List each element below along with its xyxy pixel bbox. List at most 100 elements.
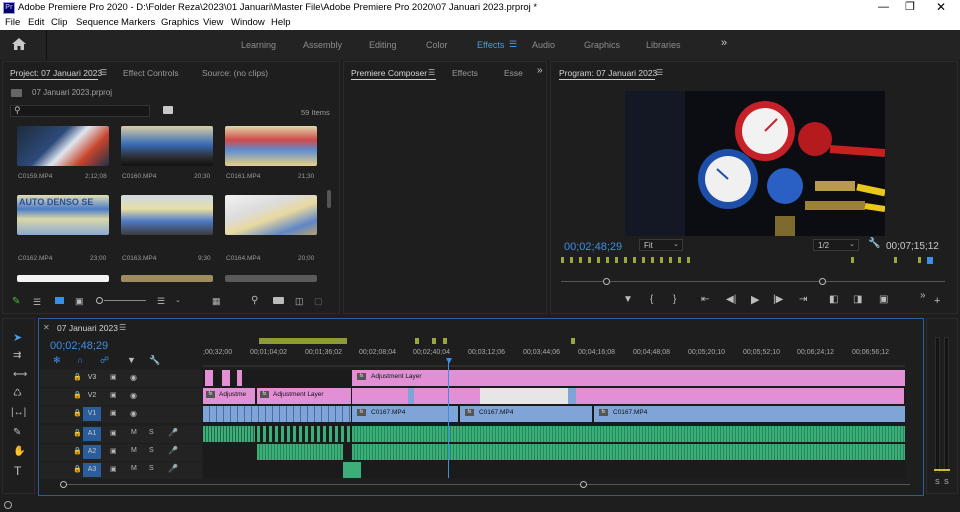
lock-icon[interactable]: 🔒 bbox=[73, 373, 82, 381]
clip-thumbnail[interactable] bbox=[17, 275, 109, 282]
microphone-icon[interactable]: 🎤 bbox=[168, 446, 178, 455]
type-tool-icon[interactable]: T bbox=[14, 464, 21, 478]
snap-icon[interactable]: ∩ bbox=[77, 355, 83, 365]
home-icon[interactable] bbox=[12, 38, 26, 50]
workspace-tab-learning[interactable]: Learning bbox=[241, 40, 276, 50]
tab-essential[interactable]: Esse bbox=[504, 68, 523, 78]
menu-edit[interactable]: Edit bbox=[28, 17, 44, 28]
program-playhead-timecode[interactable]: 00;02;48;29 bbox=[564, 241, 622, 253]
sync-lock-icon[interactable]: ▣ bbox=[110, 391, 117, 399]
timeline-clip[interactable]: fx Adjustment Layer bbox=[257, 388, 351, 404]
automate-to-sequence-icon[interactable]: ▦ bbox=[212, 296, 221, 307]
new-bin-icon[interactable] bbox=[273, 297, 284, 304]
hand-tool-icon[interactable]: ✋ bbox=[13, 446, 25, 457]
track-label[interactable]: V1 bbox=[83, 407, 101, 421]
menu-clip[interactable]: Clip bbox=[51, 17, 67, 28]
track-select-tool-icon[interactable]: ⇉ bbox=[13, 350, 21, 361]
workspace-tab-libraries[interactable]: Libraries bbox=[646, 40, 681, 50]
workspace-menu-icon[interactable]: ☰ bbox=[509, 39, 517, 50]
find-icon[interactable]: ⚲ bbox=[251, 295, 258, 306]
timeline-clip[interactable]: fx Adjustment Layer bbox=[352, 370, 905, 386]
meter-solo-right[interactable]: S bbox=[944, 479, 949, 486]
timeline-clip[interactable] bbox=[480, 388, 568, 404]
meter-solo-left[interactable]: S bbox=[935, 479, 940, 486]
menu-sequence[interactable]: Sequence bbox=[76, 17, 119, 28]
sync-lock-icon[interactable]: ▣ bbox=[110, 429, 117, 437]
lift-icon[interactable]: ◧ bbox=[829, 294, 838, 305]
timeline-clip[interactable]: fx Adjustme bbox=[203, 388, 255, 404]
audio-clip[interactable] bbox=[352, 444, 905, 460]
timeline-clip[interactable] bbox=[568, 388, 576, 404]
wrench-icon[interactable]: 🔧 bbox=[868, 238, 880, 249]
tab-premiere-composer[interactable]: Premiere Composer bbox=[351, 68, 427, 78]
mark-in-icon[interactable]: { bbox=[650, 294, 653, 305]
workspace-overflow-button[interactable]: » bbox=[721, 37, 727, 49]
project-menu-icon[interactable]: ☰ bbox=[100, 68, 107, 77]
go-to-out-icon[interactable]: ⇥ bbox=[799, 294, 807, 305]
workspace-tab-effects[interactable]: Effects bbox=[477, 40, 504, 50]
lock-icon[interactable]: 🔒 bbox=[73, 391, 82, 399]
timeline-clip[interactable]: fx C0167.MP4 bbox=[352, 406, 458, 422]
clip-thumbnail[interactable] bbox=[225, 126, 317, 166]
timeline-clip[interactable] bbox=[205, 370, 213, 386]
linked-selection-icon[interactable]: ☍ bbox=[100, 355, 109, 366]
mute-button[interactable]: M bbox=[131, 429, 137, 436]
workspace-tab-audio[interactable]: Audio bbox=[532, 40, 555, 50]
clip-thumbnail[interactable] bbox=[121, 126, 213, 166]
timeline-close-icon[interactable]: ✕ bbox=[43, 323, 50, 332]
timeline-playhead[interactable] bbox=[448, 358, 449, 478]
audio-clip[interactable] bbox=[343, 462, 361, 478]
workspace-tab-graphics[interactable]: Graphics bbox=[584, 40, 620, 50]
track-label[interactable]: V2 bbox=[83, 389, 101, 403]
timeline-timecode[interactable]: 00;02;48;29 bbox=[50, 340, 108, 352]
project-scrollbar[interactable] bbox=[327, 190, 331, 208]
step-forward-icon[interactable]: |▶ bbox=[773, 294, 783, 305]
clip-thumbnail[interactable] bbox=[121, 195, 213, 235]
export-frame-icon[interactable]: ▣ bbox=[879, 294, 888, 305]
extract-icon[interactable]: ◨ bbox=[853, 294, 862, 305]
track-label[interactable]: A1 bbox=[83, 427, 101, 441]
new-bin-from-search-icon[interactable] bbox=[163, 106, 173, 114]
minimize-button[interactable]: — bbox=[878, 1, 889, 13]
button-editor-add-icon[interactable]: + bbox=[934, 295, 940, 307]
eye-icon[interactable]: ◉ bbox=[130, 373, 137, 382]
play-button[interactable]: ▶ bbox=[751, 293, 759, 306]
clip-thumbnail[interactable] bbox=[121, 275, 213, 282]
tab-effect-controls[interactable]: Effect Controls bbox=[123, 68, 179, 78]
sync-lock-icon[interactable]: ▣ bbox=[110, 373, 117, 381]
program-menu-icon[interactable]: ☰ bbox=[656, 68, 663, 77]
mute-button[interactable]: M bbox=[131, 465, 137, 472]
project-search-input[interactable]: ⚲ bbox=[10, 105, 150, 117]
tab-source[interactable]: Source: (no clips) bbox=[202, 68, 268, 78]
button-editor-overflow-icon[interactable]: » bbox=[920, 290, 926, 301]
timeline-menu-icon[interactable]: ☰ bbox=[119, 323, 126, 332]
microphone-icon[interactable]: 🎤 bbox=[168, 464, 178, 473]
timeline-clip[interactable] bbox=[237, 370, 242, 386]
sync-lock-icon[interactable]: ▣ bbox=[110, 447, 117, 455]
program-zoom-bar[interactable] bbox=[561, 278, 945, 285]
clip-thumbnail[interactable] bbox=[17, 126, 109, 166]
icon-view-icon[interactable] bbox=[55, 297, 64, 304]
chevron-down-icon[interactable]: ⌄ bbox=[175, 296, 181, 304]
step-back-icon[interactable]: ◀| bbox=[726, 294, 736, 305]
trash-icon[interactable]: ▢ bbox=[314, 296, 323, 307]
audio-clip[interactable] bbox=[203, 426, 255, 442]
maximize-button[interactable]: ❐ bbox=[905, 0, 915, 13]
track-label[interactable]: A2 bbox=[83, 445, 101, 459]
microphone-icon[interactable]: 🎤 bbox=[168, 428, 178, 437]
sort-icons-icon[interactable]: ☰ bbox=[157, 296, 165, 307]
workspace-tab-assembly[interactable]: Assembly bbox=[303, 40, 342, 50]
solo-button[interactable]: S bbox=[149, 447, 154, 454]
sync-lock-icon[interactable]: ▣ bbox=[110, 465, 117, 473]
program-marker-row[interactable] bbox=[561, 255, 945, 265]
mute-button[interactable]: M bbox=[131, 447, 137, 454]
track-header-a3[interactable]: A3 🔒 ▣ M S 🎤 bbox=[40, 462, 202, 479]
clip-thumbnail[interactable] bbox=[225, 275, 317, 282]
new-item-icon[interactable]: ◫ bbox=[295, 296, 304, 307]
menu-graphics[interactable]: Graphics bbox=[161, 17, 199, 28]
go-to-in-icon[interactable]: ⇤ bbox=[701, 294, 709, 305]
write-pencil-icon[interactable]: ✎ bbox=[12, 296, 20, 307]
clip-thumbnail[interactable] bbox=[225, 195, 317, 235]
timeline-sequence-tab[interactable]: 07 Januari 2023 bbox=[57, 323, 118, 333]
sync-lock-icon[interactable]: ▣ bbox=[110, 409, 117, 417]
